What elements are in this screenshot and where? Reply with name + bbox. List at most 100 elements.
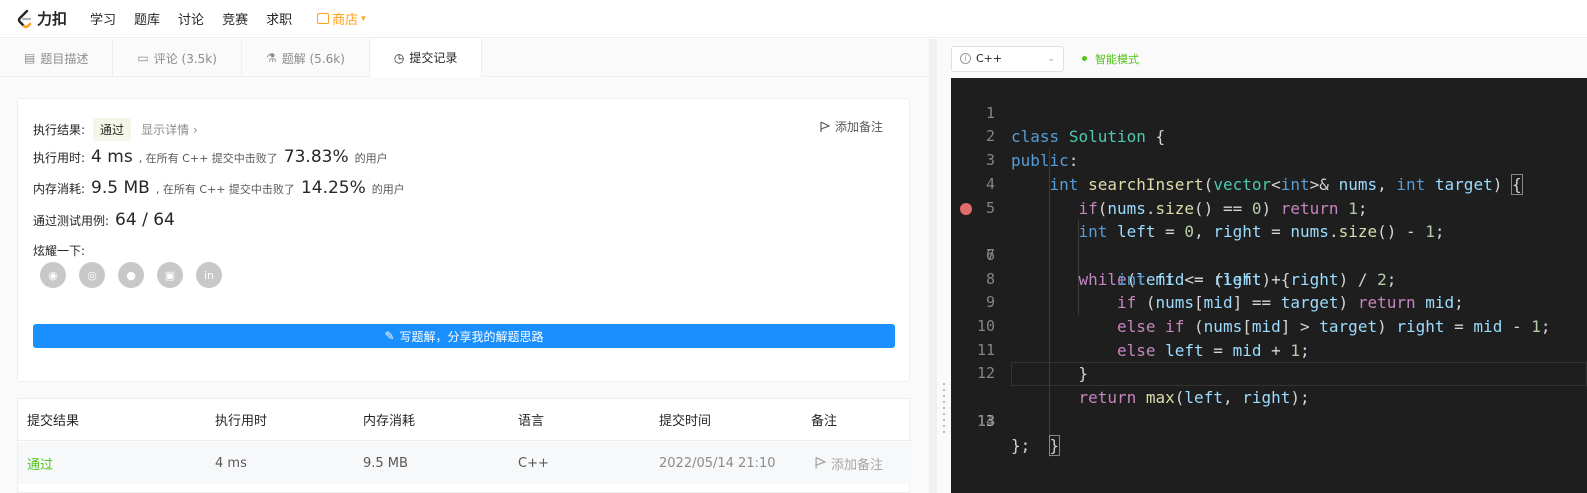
tab-label: 题解 (5.6k): [281, 51, 345, 66]
chevron-down-icon: ▾: [361, 13, 366, 24]
row-language: C++: [518, 455, 549, 471]
tab-description[interactable]: ▤ 题目描述: [0, 39, 114, 77]
row-note-label: 添加备注: [831, 457, 884, 473]
smart-mode-toggle[interactable]: 智能模式: [1082, 51, 1139, 67]
runtime-label: 执行用时:: [33, 151, 86, 165]
info-icon: i: [960, 53, 971, 64]
row-submitted: 2022/05/14 21:10: [659, 455, 776, 471]
status-row: 执行结果: 通过 显示详情 ›: [33, 118, 198, 141]
pencil-icon: ✎: [384, 329, 395, 343]
code-line: 9 else if (nums[mid] > target) right = m…: [951, 268, 1587, 336]
table-header: 提交结果 执行用时 内存消耗 语言 提交时间 备注: [18, 399, 911, 441]
language-value: C++: [976, 52, 1003, 65]
add-note-label: 添加备注: [834, 120, 883, 134]
row-runtime: 4 ms: [215, 455, 247, 471]
code-line: 14 };: [951, 386, 1587, 455]
tests-label: 通过测试用例:: [33, 214, 110, 228]
share-buttons: ◉ ◎ ● ▣ in: [40, 262, 235, 288]
breakpoint-icon[interactable]: [960, 202, 972, 215]
left-scrollbar[interactable]: [929, 39, 937, 493]
memory-beats-text: , 在所有 C++ 提交中击败了: [155, 183, 295, 196]
runtime-suffix: 的用户: [354, 152, 388, 165]
status-badge: 通过: [93, 118, 132, 141]
header-runtime: 执行用时: [215, 414, 268, 429]
runtime-value: 4 ms: [91, 147, 133, 167]
chevron-down-icon: ⌄: [1047, 53, 1055, 64]
clock-icon: ◷: [393, 50, 405, 65]
code-editor[interactable]: 1 class Solution { 2 public: 3 int searc…: [951, 78, 1587, 493]
code-line: 11 }: [951, 315, 1587, 384]
table-row[interactable]: 通过 4 ms 9.5 MB C++ 2022/05/14 21:10 添加备注: [18, 442, 911, 484]
line-number: 14: [976, 411, 995, 430]
memory-row: 内存消耗: 9.5 MB , 在所有 C++ 提交中击败了 14.25% 的用户: [33, 178, 405, 198]
tab-label: 提交记录: [409, 51, 458, 65]
code-line: 5 int left = 0, right = nums.size() - 1;: [951, 173, 1587, 242]
nav-item-jobs[interactable]: 求职: [266, 9, 292, 28]
write-solution-label: 写题解，分享我的解题思路: [399, 329, 544, 344]
language-select[interactable]: i C++ ⌄: [951, 45, 1064, 72]
drag-handle-icon: [943, 383, 945, 433]
header-memory: 内存消耗: [363, 414, 416, 429]
submission-result-card: 执行结果: 通过 显示详情 › 添加备注 执行用时: 4 ms , 在所有 C+…: [17, 98, 910, 382]
runtime-percent: 73.83%: [283, 147, 349, 167]
logo-text: 力扣: [37, 10, 68, 28]
linkedin-icon[interactable]: in: [196, 262, 222, 288]
nav-item-shop[interactable]: 商店 ▾: [317, 9, 366, 28]
header-result: 提交结果: [27, 414, 80, 429]
problem-tabs: ▤ 题目描述 ▭ 评论 (3.5k) ⚗ 题解 (5.6k) ◷ 提交记录: [0, 39, 937, 77]
tab-label: 题目描述: [40, 51, 89, 66]
panel-splitter[interactable]: [937, 39, 951, 493]
top-nav: 力扣 学习 题库 讨论 竞赛 求职 商店 ▾: [0, 0, 1587, 38]
logo[interactable]: 力扣: [16, 8, 67, 29]
status-dot-icon: [1082, 56, 1087, 61]
status-label: 执行结果:: [33, 123, 86, 137]
nav-item-discuss[interactable]: 讨论: [178, 9, 204, 28]
add-note-button[interactable]: 添加备注: [820, 118, 883, 135]
header-note: 备注: [811, 414, 838, 429]
header-language: 语言: [518, 414, 545, 429]
comment-icon: ▭: [137, 51, 149, 65]
code-line: 12 return max(left, right);: [951, 339, 1587, 407]
flag-icon: [815, 456, 826, 469]
row-memory: 9.5 MB: [363, 455, 408, 471]
code-line: 10 else left = mid + 1;: [951, 291, 1587, 360]
code-line: 6 while(left <= right) {: [951, 197, 1587, 289]
tests-row: 通过测试用例: 64 / 64: [33, 210, 181, 230]
wechat-icon[interactable]: ◉: [40, 262, 66, 288]
code-line: 7 int mid = (left + right) / 2;: [951, 220, 1587, 289]
submissions-table: 提交结果 执行用时 内存消耗 语言 提交时间 备注 通过 4 ms 9.5 MB…: [17, 398, 911, 493]
runtime-row: 执行用时: 4 ms , 在所有 C++ 提交中击败了 73.83% 的用户: [33, 147, 388, 167]
share-row-label: 炫耀一下:: [33, 242, 85, 259]
qq-icon[interactable]: ●: [118, 262, 144, 288]
douban-icon[interactable]: ▣: [157, 262, 183, 288]
row-result[interactable]: 通过: [27, 454, 53, 473]
nav-item-learn[interactable]: 学习: [90, 9, 116, 28]
flask-icon: ⚗: [265, 51, 277, 65]
code-line: 2 public:: [951, 102, 1587, 170]
tab-submissions[interactable]: ◷ 提交记录: [369, 39, 483, 77]
editor-toolbar: i C++ ⌄ 智能模式: [951, 39, 1587, 78]
tab-comments[interactable]: ▭ 评论 (3.5k): [113, 39, 242, 77]
nav-item-problems[interactable]: 题库: [134, 9, 160, 28]
code-line: 3 int searchInsert(vector<int>& nums, in…: [951, 125, 1587, 195]
runtime-beats-text: , 在所有 C++ 提交中击败了: [138, 152, 278, 165]
memory-suffix: 的用户: [371, 183, 405, 196]
code-line: 8 if (nums[mid] == target) return mid;: [951, 244, 1587, 313]
show-detail-link[interactable]: 显示详情 ›: [141, 121, 198, 138]
tests-value: 64 / 64: [115, 210, 175, 230]
tab-label: 评论 (3.5k): [153, 51, 217, 66]
shop-icon: [317, 13, 330, 24]
header-submitted: 提交时间: [659, 414, 712, 429]
flag-icon: [820, 120, 830, 132]
row-add-note-button[interactable]: 添加备注: [815, 454, 883, 473]
memory-label: 内存消耗:: [33, 182, 86, 196]
memory-percent: 14.25%: [300, 178, 366, 198]
weibo-icon[interactable]: ◎: [79, 262, 105, 288]
nav-shop-label: 商店: [332, 13, 359, 28]
code-line: 1 class Solution {: [951, 78, 1587, 147]
tab-solutions[interactable]: ⚗ 题解 (5.6k): [242, 39, 370, 77]
write-solution-button[interactable]: ✎ 写题解，分享我的解题思路: [33, 324, 895, 348]
code-line: 4 if(nums.size() == 0) return 1;: [951, 149, 1587, 218]
nav-item-contest[interactable]: 竞赛: [222, 9, 248, 28]
left-panel: ▤ 题目描述 ▭ 评论 (3.5k) ⚗ 题解 (5.6k) ◷ 提交记录 执行…: [0, 39, 937, 493]
